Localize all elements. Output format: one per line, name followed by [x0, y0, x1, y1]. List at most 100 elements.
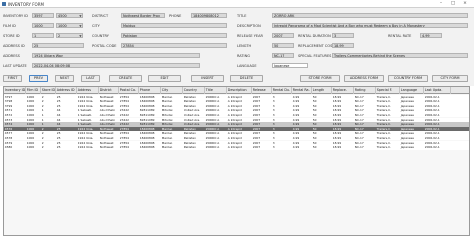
language-field[interactable]: Japanese: [272, 63, 308, 68]
film-id-combo-value: 1000: [58, 24, 67, 28]
table-cell: 2006-02-1: [424, 145, 440, 150]
phone-label: PHONE: [169, 14, 182, 18]
chevron-down-icon: ▼: [79, 14, 82, 18]
table-cell: 3: [272, 145, 275, 150]
column-header[interactable]: Description: [227, 87, 252, 94]
special-features-field[interactable]: Trailers,Commentaries,Behind the Scenes: [332, 53, 468, 58]
postal-code-label: POSTAL CODE: [92, 44, 117, 48]
replacement-cost-label: REPLACEMENT COST: [298, 44, 335, 48]
minimize-icon[interactable]: –: [435, 0, 447, 8]
last-button[interactable]: LAST: [81, 75, 100, 82]
inventory-id-field[interactable]: 3597: [32, 13, 54, 18]
column-header[interactable]: District: [99, 87, 119, 94]
rating-field[interactable]: NC-17: [272, 53, 294, 58]
first-button[interactable]: FIRST: [3, 75, 22, 82]
column-header[interactable]: Release: [252, 87, 272, 94]
table-cell: A Intrepid: [227, 145, 242, 150]
delete-button[interactable]: DELETE: [230, 75, 263, 82]
city-form-button[interactable]: CITY FORM: [432, 75, 468, 82]
next-button[interactable]: NEXT: [55, 75, 74, 82]
maximize-icon[interactable]: □: [447, 0, 459, 8]
store-id-field[interactable]: 1: [32, 33, 54, 38]
title-field[interactable]: ZORRO ARK: [272, 13, 468, 18]
postal-code-field[interactable]: 27854: [121, 43, 227, 48]
table-cell: Maiduo: [161, 145, 173, 150]
table-cell: 50: [312, 145, 317, 150]
column-header[interactable]: Address: [77, 87, 99, 94]
store-id-combo[interactable]: 2 ▼: [56, 33, 83, 38]
store-form-button[interactable]: STORE FORM: [300, 75, 340, 82]
inventory-id-combo-value: 4500: [58, 14, 67, 18]
column-header[interactable]: Rating: [354, 87, 376, 94]
address-form-button[interactable]: ADDRESS FORM: [344, 75, 384, 82]
table-cell: 18.99: [332, 145, 342, 150]
release-year-label: RELEASE YEAR: [237, 34, 263, 38]
phone-field[interactable]: 184009808012: [191, 13, 227, 18]
table-cell: 25: [56, 145, 61, 150]
create-button[interactable]: CREATE: [109, 75, 142, 82]
description-label: DESCRIPTION: [237, 24, 261, 28]
column-header[interactable]: Rental Du.: [272, 87, 292, 94]
country-field[interactable]: Pakistan: [121, 33, 227, 38]
column-header[interactable]: Language: [400, 87, 424, 94]
length-field[interactable]: 50: [272, 43, 294, 48]
store-id-label: STORE ID: [3, 34, 20, 38]
prev-button[interactable]: PREV: [29, 75, 48, 82]
description-field[interactable]: Intrepid Panorama of a Mad Scientist And…: [272, 23, 468, 28]
film-id-combo[interactable]: 1000 ▼: [56, 23, 83, 28]
column-header[interactable]: Film ID: [26, 87, 41, 94]
edit-button[interactable]: EDIT: [148, 75, 181, 82]
column-header[interactable]: Phone: [139, 87, 161, 94]
inventory-id-label: INVENTORY ID: [3, 14, 28, 18]
table-cell: Nothwest: [99, 145, 114, 150]
column-header[interactable]: Inventory ID: [4, 87, 26, 94]
column-header[interactable]: Last Upda.: [424, 87, 451, 94]
insert-button[interactable]: INSERT: [191, 75, 224, 82]
film-id-label: FILM ID: [3, 24, 16, 28]
column-header[interactable]: Title: [205, 87, 227, 94]
address-field[interactable]: 1924 Ukiara Way: [32, 53, 200, 58]
table-cell: Pakistan: [183, 145, 196, 150]
address-id-field[interactable]: 25: [32, 43, 84, 48]
chevron-down-icon: ▼: [79, 24, 82, 28]
inventory-id-combo[interactable]: 4500 ▼: [56, 13, 83, 18]
rental-rate-field[interactable]: 4.99: [420, 33, 442, 38]
table-cell: 4580: [4, 145, 13, 150]
address-id-label: ADDRESS ID: [3, 44, 25, 48]
inventory-table[interactable]: Inventory ID Film ID Store ID Address ID Add…: [3, 86, 470, 236]
column-header[interactable]: Rental Ra.: [292, 87, 312, 94]
city-label: CITY: [92, 24, 100, 28]
action-button-bar: FIRST PREV NEXT LAST CREATE EDIT INSERT …: [0, 72, 474, 86]
city-field[interactable]: Maiduo: [121, 23, 227, 28]
replacement-cost-field[interactable]: 18.99: [332, 43, 354, 48]
table-cell: 18400808: [139, 145, 155, 150]
table-cell: 2007: [252, 145, 261, 150]
column-header[interactable]: Store ID: [41, 87, 56, 94]
column-header[interactable]: Address ID: [56, 87, 77, 94]
film-id-field[interactable]: 1000: [32, 23, 54, 28]
last-update-label: LAST UPDATE: [3, 64, 27, 68]
country-label: COUNTRY: [92, 34, 109, 38]
district-field[interactable]: Nothwest Border Prov: [121, 13, 165, 18]
address-label: ADDRESS: [3, 54, 20, 58]
column-header[interactable]: Country: [183, 87, 205, 94]
column-header[interactable]: Length: [312, 87, 332, 94]
special-features-label: SPECIAL FEATURES: [298, 54, 332, 58]
rating-label: RATING: [237, 54, 250, 58]
column-header[interactable]: Replace.: [332, 87, 354, 94]
column-header[interactable]: Postal Co.: [119, 87, 139, 94]
release-year-field[interactable]: 2007: [272, 33, 294, 38]
rental-duration-field[interactable]: 3: [332, 33, 354, 38]
table-row[interactable]: 4580 1000 2 25 1924 Ukia. Nothwest 27854 184008…: [4, 145, 469, 150]
table-cell: 2: [41, 145, 44, 150]
store-id-combo-value: 2: [58, 34, 61, 38]
window-title: INVENTORY FORM: [8, 1, 44, 7]
table-cell: 1000: [26, 145, 35, 150]
table-cell: 1924 Ukia.: [77, 145, 94, 150]
country-form-button[interactable]: COUNTRY FORM: [388, 75, 428, 82]
last-update-field[interactable]: 2022-04-04 08:09:08: [32, 63, 200, 68]
column-header[interactable]: City: [161, 87, 183, 94]
table-cell: NC-17: [354, 145, 364, 150]
close-icon[interactable]: ×: [459, 0, 471, 8]
column-header[interactable]: Special F.: [376, 87, 400, 94]
